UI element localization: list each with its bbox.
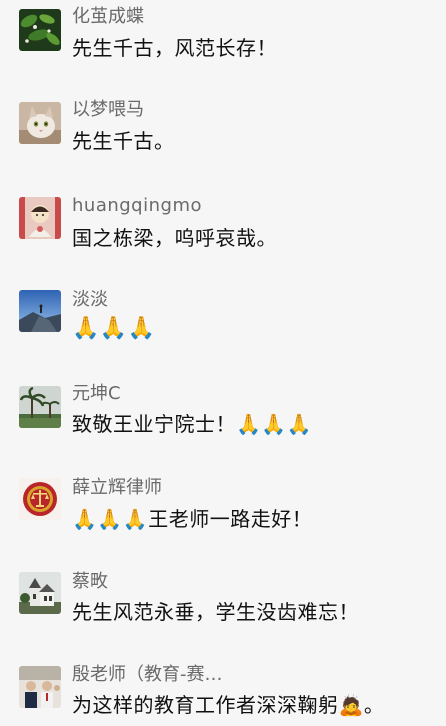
comment-author-name[interactable]: 以梦喂马 xyxy=(72,98,144,122)
group-photo-avatar-icon[interactable] xyxy=(19,666,61,708)
comment-author-name[interactable]: huangqingmo xyxy=(72,194,202,218)
cartoon-child-avatar-icon[interactable] xyxy=(19,197,61,239)
comment-text: 先生千古，风范长存！ xyxy=(72,36,277,60)
green-leaves-avatar-icon[interactable] xyxy=(19,9,61,51)
comment-text: 致敬王业宁院士！🙏🙏🙏 xyxy=(72,412,313,436)
comment-text: 为这样的教育工作者深深鞠躬🙇。 xyxy=(72,693,385,717)
church-building-avatar-icon[interactable] xyxy=(19,572,61,614)
cat-avatar-icon[interactable] xyxy=(19,102,61,144)
comment-text: 🙏🙏🙏王老师一路走好！ xyxy=(72,507,313,531)
comment-author-name[interactable]: 化茧成蝶 xyxy=(72,5,144,29)
comment-text: 先生千古。 xyxy=(72,129,175,153)
comment-author-name[interactable]: 殷老师（教育-赛… xyxy=(72,663,223,687)
palm-tree-avatar-icon[interactable] xyxy=(19,386,61,428)
comment-author-name[interactable]: 淡淡 xyxy=(72,288,108,312)
comment-text: 国之栋梁，呜呼哀哉。 xyxy=(72,226,277,250)
mountain-sky-avatar-icon[interactable] xyxy=(19,290,61,332)
comment-text: 先生风范永垂，学生没齿难忘！ xyxy=(72,600,359,624)
comment-author-name[interactable]: 元坤C xyxy=(72,382,121,406)
comment-author-name[interactable]: 蔡畋 xyxy=(72,570,108,594)
comment-author-name[interactable]: 薛立辉律师 xyxy=(72,476,162,500)
comment-text: 🙏🙏🙏 xyxy=(72,316,156,341)
court-emblem-avatar-icon[interactable] xyxy=(19,478,61,520)
